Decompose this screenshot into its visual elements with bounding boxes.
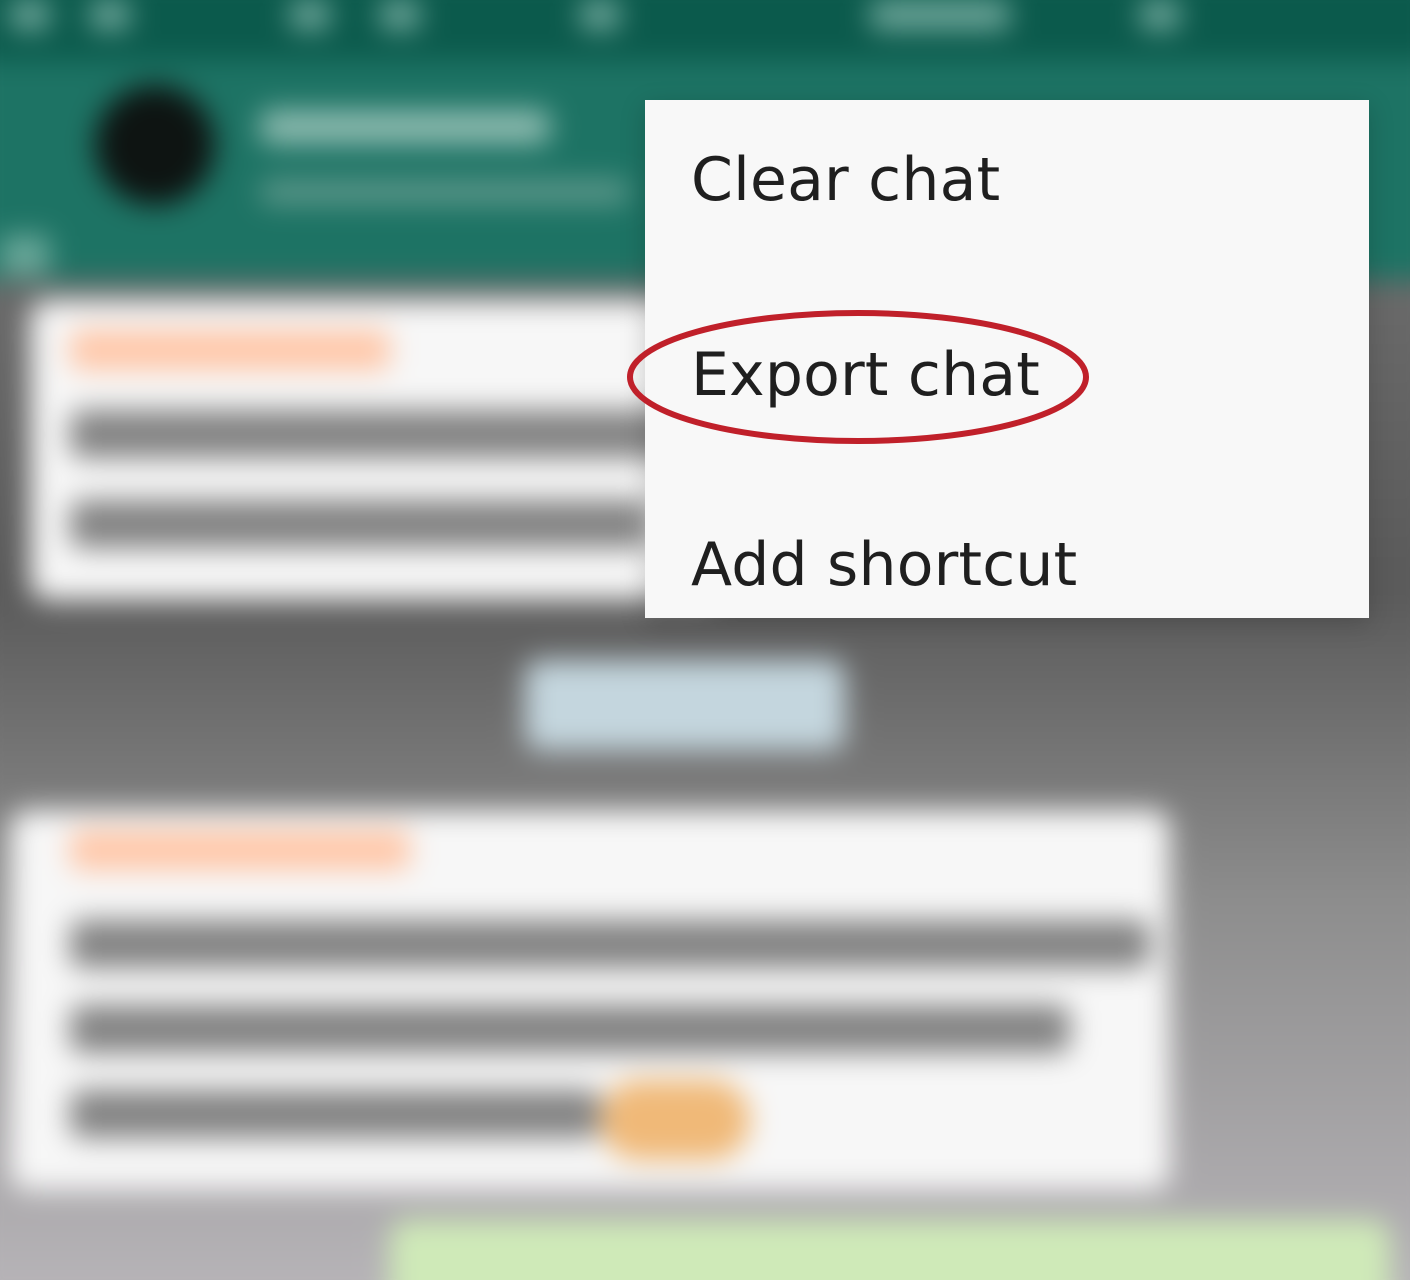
contact-status-blurred	[260, 180, 630, 204]
menu-item-label: Export chat	[691, 340, 1040, 410]
message-bubble	[10, 810, 1170, 1190]
back-arrow-icon[interactable]	[0, 235, 50, 275]
overflow-menu: Clear chat Export chat Add shortcut	[645, 100, 1369, 618]
emoji-blurred	[600, 1080, 750, 1160]
message-bubble	[30, 300, 720, 600]
menu-item-add-shortcut[interactable]: Add shortcut	[691, 505, 1331, 625]
status-bar	[0, 0, 1410, 60]
menu-item-clear-chat[interactable]: Clear chat	[691, 120, 1331, 240]
menu-item-label: Clear chat	[691, 145, 1001, 215]
menu-item-label: Add shortcut	[691, 530, 1078, 600]
contact-name-blurred	[260, 110, 550, 144]
outgoing-message-bubble	[390, 1220, 1390, 1280]
contact-avatar[interactable]	[95, 85, 215, 205]
screenshot-stage: Clear chat Export chat Add shortcut	[0, 0, 1410, 1280]
date-separator	[525, 660, 845, 750]
menu-item-export-chat[interactable]: Export chat	[691, 315, 1331, 435]
